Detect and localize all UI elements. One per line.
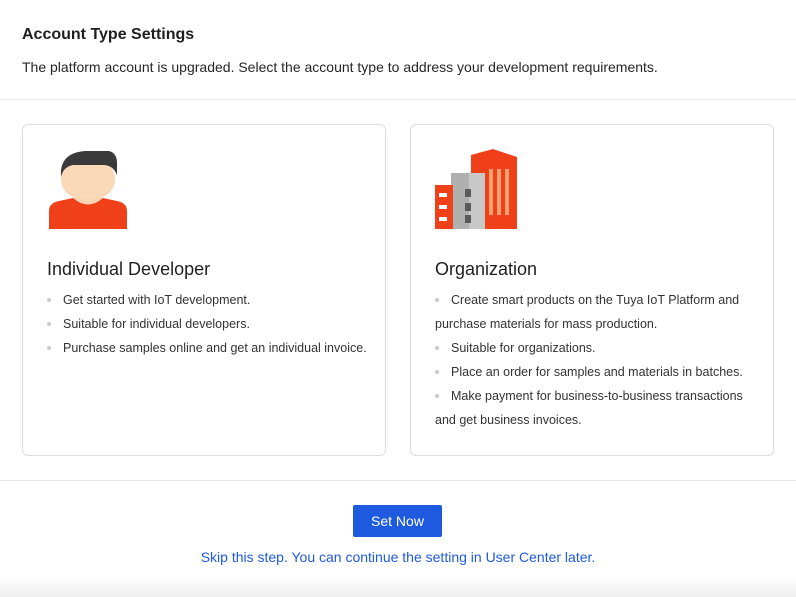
skip-step-link[interactable]: Skip this step. You can continue the set… [0,549,796,565]
bottom-shade [0,577,796,597]
account-type-settings-page: Account Type Settings The platform accou… [0,0,796,597]
list-item: Place an order for samples and materials… [435,360,757,384]
person-icon [49,151,127,229]
footer-divider [0,480,796,481]
card-title: Individual Developer [47,259,211,279]
list-item: Make payment for business-to-business tr… [435,384,757,432]
page-title: Account Type Settings [22,26,195,43]
page-header: Account Type Settings The platform accou… [0,0,796,100]
feature-list: Create smart products on the Tuya IoT Pl… [435,288,757,432]
set-now-button[interactable]: Set Now [353,505,442,537]
page-description: The platform account is upgraded. Select… [22,59,658,75]
list-item: Get started with IoT development. [47,288,369,312]
building-icon [435,149,517,229]
organization-card[interactable]: Organization Create smart products on th… [410,124,774,456]
list-item: Suitable for organizations. [435,336,757,360]
list-item: Suitable for individual developers. [47,312,369,336]
card-title: Organization [435,259,538,279]
individual-developer-card[interactable]: Individual Developer Get started with Io… [22,124,386,456]
feature-list: Get started with IoT development. Suitab… [47,288,369,360]
list-item: Purchase samples online and get an indiv… [47,336,369,360]
list-item: Create smart products on the Tuya IoT Pl… [435,288,757,336]
